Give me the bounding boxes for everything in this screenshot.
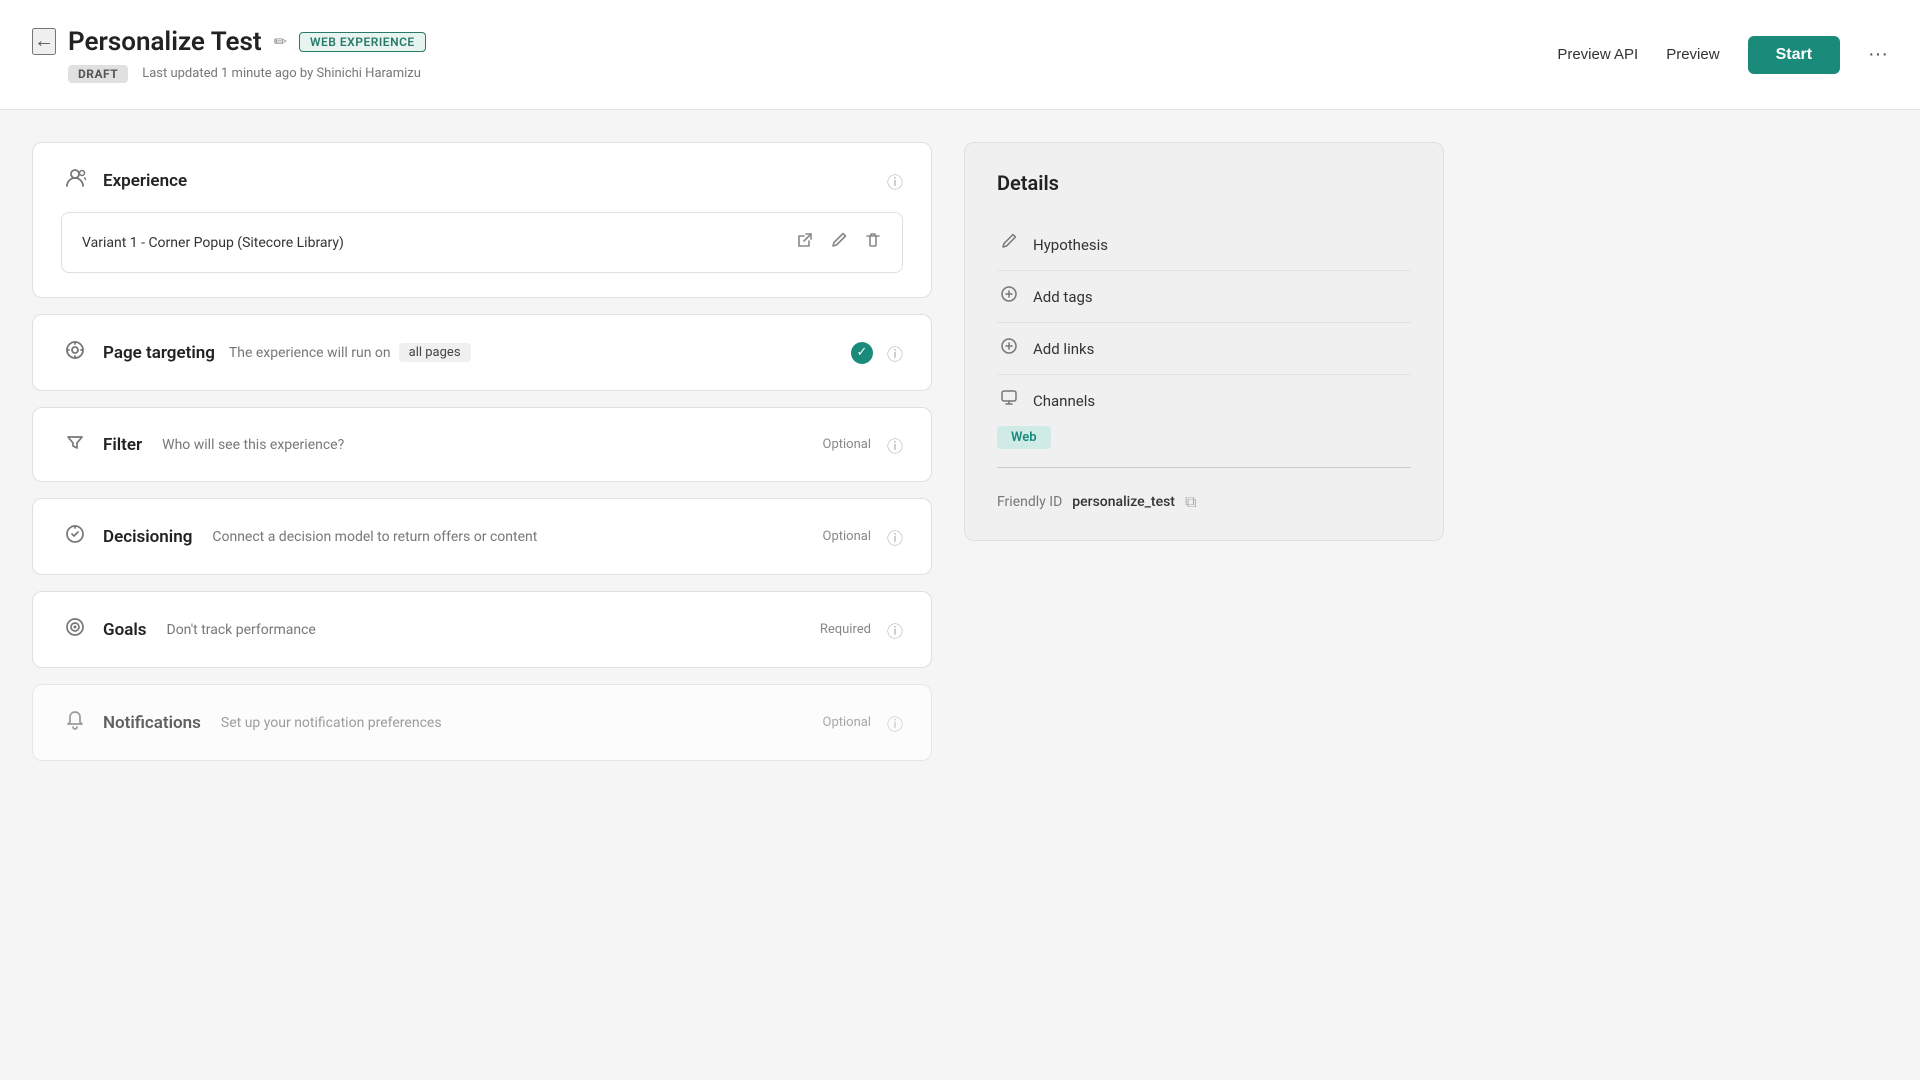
external-link-icon[interactable] (796, 231, 814, 254)
notifications-info-icon[interactable]: ⓘ (887, 711, 903, 735)
web-channel-pill: Web (997, 426, 1051, 449)
hypothesis-icon (997, 233, 1021, 256)
start-button[interactable]: Start (1748, 36, 1840, 74)
page-targeting-icon (61, 339, 89, 366)
details-title: Details (997, 171, 1411, 195)
goals-left: Goals Don't track performance (61, 616, 316, 643)
draft-badge: DRAFT (68, 65, 128, 83)
filter-subtitle: Who will see this experience? (162, 437, 344, 453)
decisioning-left: Decisioning Connect a decision model to … (61, 523, 537, 550)
page-targeting-title: Page targeting (103, 343, 215, 363)
channels-section: Channels Web (997, 375, 1411, 459)
filter-row: Filter Who will see this experience? Opt… (61, 432, 903, 457)
decisioning-title: Decisioning (103, 527, 192, 547)
decisioning-subtitle: Connect a decision model to return offer… (212, 529, 537, 545)
back-button[interactable]: ← (32, 28, 56, 55)
goals-section: Goals Don't track performance Required ⓘ (32, 591, 932, 668)
targeting-pill: all pages (399, 343, 471, 362)
notifications-subtitle: Set up your notification preferences (221, 715, 442, 731)
last-updated-text: Last updated 1 minute ago by Shinichi Ha… (142, 66, 421, 81)
page-targeting-section: Page targeting The experience will run o… (32, 314, 932, 391)
page-targeting-info-icon[interactable]: ⓘ (887, 341, 903, 365)
edit-variant-icon[interactable] (830, 231, 848, 254)
targeting-text: The experience will run on (229, 345, 391, 361)
goals-subtitle: Don't track performance (167, 622, 316, 638)
decisioning-info-icon[interactable]: ⓘ (887, 525, 903, 549)
divider (997, 467, 1411, 468)
goals-badge: Required (820, 622, 871, 637)
copy-icon[interactable]: ⧉ (1185, 492, 1196, 512)
add-tags-row[interactable]: Add tags (997, 271, 1411, 323)
topbar-right: Preview API Preview Start ··· (1557, 36, 1888, 74)
experience-icon (61, 167, 89, 194)
filter-icon (61, 432, 89, 457)
filter-left: Filter Who will see this experience? (61, 432, 344, 457)
goals-right: Required ⓘ (820, 618, 903, 642)
goals-icon (61, 616, 89, 643)
experience-title-row: Experience (61, 167, 187, 194)
main-layout: Experience ⓘ Variant 1 - Corner Popup (S… (0, 110, 1920, 761)
decisioning-section: Decisioning Connect a decision model to … (32, 498, 932, 575)
decisioning-row: Decisioning Connect a decision model to … (61, 523, 903, 550)
experience-section: Experience ⓘ Variant 1 - Corner Popup (S… (32, 142, 932, 298)
edit-title-icon[interactable]: ✏ (274, 32, 287, 51)
notifications-left: Notifications Set up your notification p… (61, 709, 442, 736)
notifications-row: Notifications Set up your notification p… (61, 709, 903, 736)
variant-name: Variant 1 - Corner Popup (Sitecore Libra… (82, 235, 344, 251)
filter-section: Filter Who will see this experience? Opt… (32, 407, 932, 482)
tags-icon (997, 285, 1021, 308)
left-content: Experience ⓘ Variant 1 - Corner Popup (S… (32, 142, 932, 761)
more-options-button[interactable]: ··· (1868, 43, 1888, 66)
decisioning-right: Optional ⓘ (823, 525, 904, 549)
variant-card: Variant 1 - Corner Popup (Sitecore Libra… (61, 212, 903, 273)
add-tags-label: Add tags (1033, 288, 1093, 306)
friendly-id-row: Friendly ID personalize_test ⧉ (997, 484, 1411, 512)
experience-info-icon[interactable]: ⓘ (887, 169, 903, 193)
channels-label-row: Channels (997, 389, 1411, 412)
filter-right: Optional ⓘ (823, 433, 904, 457)
hypothesis-row[interactable]: Hypothesis (997, 219, 1411, 271)
targeting-check-icon: ✓ (851, 342, 873, 364)
web-experience-badge: WEB EXPERIENCE (299, 32, 426, 52)
preview-api-button[interactable]: Preview API (1557, 46, 1638, 63)
goals-info-icon[interactable]: ⓘ (887, 618, 903, 642)
links-icon (997, 337, 1021, 360)
page-targeting-content: The experience will run on all pages (229, 343, 471, 362)
page-targeting-header: Page targeting The experience will run o… (61, 339, 903, 366)
delete-variant-icon[interactable] (864, 231, 882, 254)
filter-badge: Optional (823, 437, 871, 452)
channels-icon (997, 389, 1021, 412)
title-row: ← Personalize Test ✏ WEB EXPERIENCE (32, 27, 426, 57)
variant-actions (796, 231, 882, 254)
goals-row: Goals Don't track performance Required ⓘ (61, 616, 903, 643)
add-links-label: Add links (1033, 340, 1094, 358)
experience-title: Experience (103, 171, 187, 191)
decisioning-badge: Optional (823, 529, 871, 544)
decisioning-icon (61, 523, 89, 550)
notifications-right: Optional ⓘ (823, 711, 904, 735)
page-targeting-title-row: Page targeting The experience will run o… (61, 339, 471, 366)
friendly-id-label: Friendly ID (997, 494, 1062, 510)
experience-header: Experience ⓘ (61, 167, 903, 194)
friendly-id-value: personalize_test (1072, 494, 1175, 510)
channels-label: Channels (1033, 392, 1095, 410)
filter-info-icon[interactable]: ⓘ (887, 433, 903, 457)
topbar-sub: DRAFT Last updated 1 minute ago by Shini… (68, 65, 426, 83)
notifications-section: Notifications Set up your notification p… (32, 684, 932, 761)
topbar-left: ← Personalize Test ✏ WEB EXPERIENCE DRAF… (32, 27, 426, 83)
add-links-row[interactable]: Add links (997, 323, 1411, 375)
notifications-badge: Optional (823, 715, 871, 730)
details-panel: Details Hypothesis Add tags (964, 142, 1444, 541)
filter-title: Filter (103, 435, 142, 455)
topbar: ← Personalize Test ✏ WEB EXPERIENCE DRAF… (0, 0, 1920, 110)
preview-button[interactable]: Preview (1666, 46, 1719, 63)
goals-title: Goals (103, 620, 147, 640)
notifications-icon (61, 709, 89, 736)
notifications-title: Notifications (103, 713, 201, 733)
hypothesis-label: Hypothesis (1033, 236, 1108, 254)
page-title: Personalize Test (68, 27, 262, 57)
